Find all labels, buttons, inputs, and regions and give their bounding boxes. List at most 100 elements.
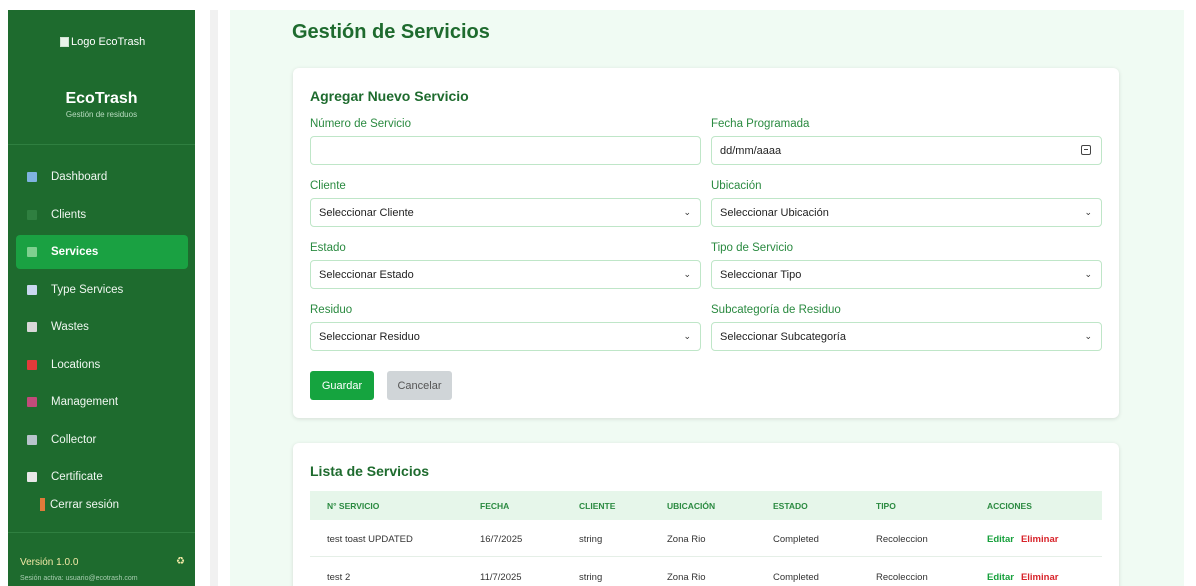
scrollbar-track[interactable]: [210, 10, 218, 586]
fecha-value: dd/mm/aaaa: [720, 144, 782, 157]
edit-button[interactable]: Editar: [987, 534, 1014, 545]
cell-tipo: Recoleccion: [876, 572, 928, 583]
broken-image-icon: [60, 37, 69, 47]
subcategoria-select[interactable]: Seleccionar Subcategoría ⌄: [711, 322, 1102, 351]
cell-cliente: string: [579, 534, 603, 545]
tipo-select[interactable]: Seleccionar Tipo ⌄: [711, 260, 1102, 289]
services-list-card: Lista de Servicios N° SERVICIO FECHA CLI…: [293, 443, 1119, 586]
chevron-down-icon: ⌄: [1084, 269, 1092, 279]
ubicacion-label: Ubicación: [711, 180, 762, 192]
tipo-value: Seleccionar Tipo: [720, 268, 802, 281]
sidebar-item-management[interactable]: Management: [16, 385, 188, 419]
document-icon: [27, 472, 37, 482]
estado-value: Seleccionar Estado: [319, 268, 414, 281]
edit-button[interactable]: Editar: [987, 572, 1014, 583]
save-button[interactable]: Guardar: [310, 371, 374, 400]
logo-alt-text: Logo EcoTrash: [71, 36, 146, 48]
cell-actions: Editar Eliminar: [987, 534, 1058, 545]
brand-name: EcoTrash: [65, 90, 138, 107]
page-margin: [1184, 0, 1196, 586]
truck-icon: [27, 434, 37, 445]
delete-button[interactable]: Eliminar: [1021, 534, 1059, 545]
version-label: Versión 1.0.0: [20, 557, 79, 568]
column-header: ACCIONES: [987, 501, 1032, 511]
residuo-value: Seleccionar Residuo: [319, 330, 420, 343]
sidebar-item-collector[interactable]: Collector: [16, 423, 188, 457]
sidebar-item-label: Certificate: [51, 471, 103, 483]
chevron-down-icon: ⌄: [683, 207, 691, 217]
sidebar-item-locations[interactable]: Locations: [16, 348, 188, 382]
cliente-value: Seleccionar Cliente: [319, 206, 414, 219]
brand-subtitle: Gestión de residuos: [65, 110, 138, 119]
subcategoria-value: Seleccionar Subcategoría: [720, 330, 846, 343]
sidebar-item-label: Collector: [51, 433, 97, 446]
residuo-select[interactable]: Seleccionar Residuo ⌄: [310, 322, 701, 351]
form-title: Agregar Nuevo Servicio: [310, 88, 469, 104]
sidebar-item-type-services[interactable]: Type Services: [16, 273, 188, 307]
recycle-icon: ♻: [176, 556, 185, 567]
table-row: test toast UPDATED 16/7/2025 string Zona…: [310, 520, 1102, 557]
cell-ubicacion: Zona Rio: [667, 572, 706, 583]
estado-label: Estado: [310, 242, 346, 254]
app-root: Logo EcoTrash EcoTrash Gestión de residu…: [0, 0, 1196, 586]
column-header: TIPO: [876, 501, 896, 511]
cell-estado: Completed: [773, 534, 819, 545]
ubicacion-value: Seleccionar Ubicación: [720, 206, 829, 219]
sidebar-item-label: Type Services: [51, 283, 124, 296]
fecha-label: Fecha Programada: [711, 118, 810, 130]
column-header: ESTADO: [773, 501, 808, 511]
column-header: CLIENTE: [579, 501, 616, 511]
cell-estado: Completed: [773, 572, 819, 583]
sidebar-item-wastes[interactable]: Wastes: [16, 310, 188, 344]
sidebar-item-services[interactable]: Services: [16, 235, 188, 269]
delete-button[interactable]: Eliminar: [1021, 572, 1059, 583]
column-header: FECHA: [480, 501, 510, 511]
sidebar-item-label: Locations: [51, 358, 101, 371]
sidebar-item-label: Dashboard: [51, 171, 108, 183]
chevron-down-icon: ⌄: [683, 269, 691, 279]
calendar-icon[interactable]: [1081, 145, 1091, 155]
table-row: test 2 11/7/2025 string Zona Rio Complet…: [310, 558, 1102, 586]
sidebar-item-label: Services: [51, 246, 99, 258]
sidebar-divider: [8, 532, 195, 533]
cell-numero: test 2: [327, 572, 351, 583]
cell-fecha: 16/7/2025: [480, 534, 523, 545]
sidebar-item-label: Clients: [51, 208, 87, 221]
list-title: Lista de Servicios: [310, 463, 430, 479]
cancel-button[interactable]: Cancelar: [387, 371, 452, 400]
session-label: Sesión activa: usuario@ecotrash.com: [20, 575, 138, 582]
cell-fecha: 11/7/2025: [480, 572, 522, 583]
sidebar-divider: [8, 144, 195, 145]
cliente-select[interactable]: Seleccionar Cliente ⌄: [310, 198, 701, 227]
sidebar-item-clients[interactable]: Clients: [16, 198, 188, 232]
add-service-card: Agregar Nuevo Servicio Número de Servici…: [293, 68, 1119, 418]
estado-select[interactable]: Seleccionar Estado ⌄: [310, 260, 701, 289]
logout-button[interactable]: Cerrar sesión: [40, 498, 119, 511]
sidebar-item-label: Management: [51, 396, 119, 408]
sidebar-item-certificate[interactable]: Certificate: [16, 460, 188, 494]
card-icon: [27, 397, 37, 407]
logo-image: Logo EcoTrash: [60, 36, 145, 48]
ubicacion-select[interactable]: Seleccionar Ubicación ⌄: [711, 198, 1102, 227]
chevron-down-icon: ⌄: [1084, 207, 1092, 217]
numero-input[interactable]: [310, 136, 701, 165]
sidebar-item-label: Wastes: [51, 321, 89, 333]
cell-cliente: string: [579, 572, 603, 583]
cell-ubicacion: Zona Rio: [667, 534, 706, 545]
page-title: Gestión de Servicios: [292, 21, 490, 43]
sidebar-item-dashboard[interactable]: Dashboard: [16, 160, 188, 194]
users-icon: [27, 209, 37, 220]
column-header: UBICACIÓN: [667, 501, 716, 511]
chevron-down-icon: ⌄: [683, 331, 691, 341]
fecha-input[interactable]: dd/mm/aaaa: [711, 136, 1102, 165]
cell-actions: Editar Eliminar: [987, 572, 1058, 583]
cell-tipo: Recoleccion: [876, 534, 928, 545]
column-header: N° SERVICIO: [327, 501, 380, 511]
cell-numero: test toast UPDATED: [327, 534, 413, 545]
residuo-label: Residuo: [310, 304, 353, 316]
sidebar-nav: Dashboard Clients Services Type Services…: [16, 160, 188, 498]
chart-icon: [27, 284, 37, 295]
bar-chart-icon: [27, 172, 37, 182]
trash-icon: [27, 322, 37, 332]
cliente-label: Cliente: [310, 180, 346, 192]
